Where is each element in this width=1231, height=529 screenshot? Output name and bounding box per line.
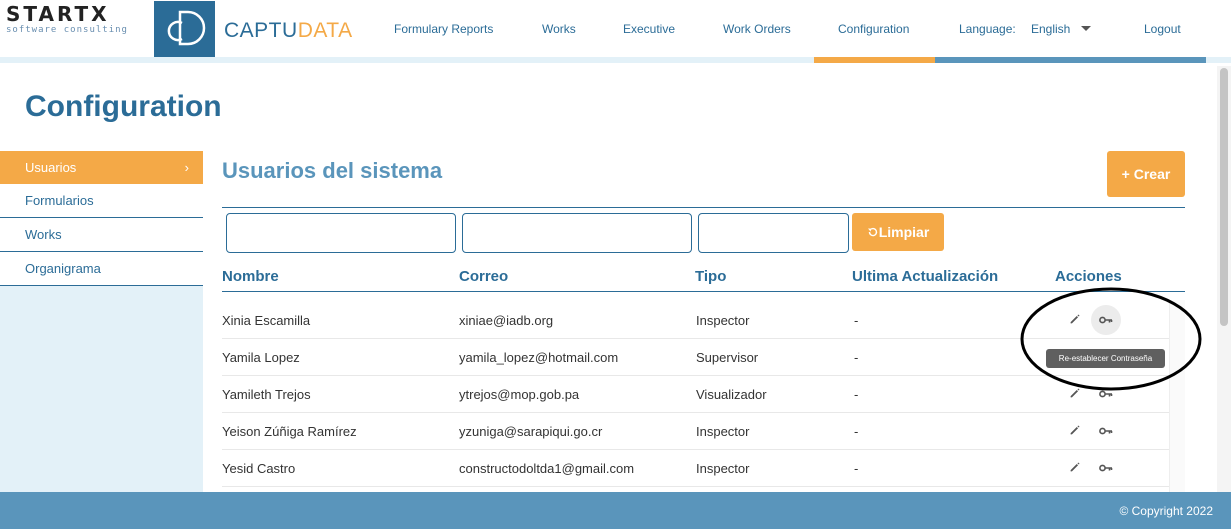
page-scrollbar-thumb[interactable] [1220, 68, 1228, 326]
cell-email: yzuniga@sarapiqui.go.cr [459, 424, 603, 439]
sidebar-item-label: Organigrama [25, 261, 101, 276]
cell-email: yamila_lopez@hotmail.com [459, 350, 619, 365]
clear-filters-label: Limpiar [878, 224, 930, 240]
create-button[interactable]: + Crear [1107, 151, 1185, 197]
cell-name: Yeison Zúñiga Ramírez [222, 424, 357, 439]
column-header-name: Nombre [222, 268, 279, 285]
header-underline [0, 57, 1231, 63]
caret-down-icon[interactable] [1081, 26, 1091, 31]
captudata-logo-icon [154, 1, 215, 58]
cell-updated: - [854, 313, 859, 328]
cell-name: Yesid Castro [222, 461, 296, 476]
startx-logo: STARTX software consulting [6, 4, 146, 38]
cell-email: constructodoltda1@gmail.com [459, 461, 635, 476]
language-select[interactable]: English [1031, 21, 1070, 37]
cell-name: Xinia Escamilla [222, 313, 311, 328]
pencil-icon[interactable] [1068, 460, 1084, 476]
sidebar-item-works[interactable]: Works [0, 218, 203, 252]
column-header-type: Tipo [695, 268, 727, 285]
nav-configuration[interactable]: Configuration [838, 21, 909, 37]
sidebar-item-label: Works [25, 227, 62, 242]
column-header-actions: Acciones [1055, 268, 1122, 285]
cell-type: Supervisor [696, 350, 759, 365]
cell-name: Yamila Lopez [222, 350, 300, 365]
annotation-ellipse [1020, 287, 1202, 391]
header-underline-accent [935, 57, 1206, 63]
copyright-text: © Copyright 2022 [1119, 504, 1213, 518]
page-title: Configuration [25, 90, 222, 123]
cell-name: Yamileth Trejos [222, 387, 311, 402]
table-row: Yesid Castro constructodoltda1@gmail.com I… [222, 450, 1169, 487]
nav-formulary-reports[interactable]: Formulary Reports [394, 21, 493, 37]
key-icon[interactable] [1098, 423, 1114, 439]
table-row: Yeison Zúñiga Ramírez yzuniga@sarapiqui.g… [222, 413, 1169, 450]
sidebar-item-label: Formularios [25, 193, 94, 208]
cell-updated: - [854, 387, 859, 402]
top-header: STARTX software consulting CAPTUDATA For… [0, 0, 1231, 62]
restore-icon [867, 227, 877, 237]
brand-name-part1: CAPTU [224, 19, 298, 42]
brand-name-part2: DATA [297, 19, 353, 42]
cell-email: xiniae@iadb.org [459, 313, 554, 328]
nav-works[interactable]: Works [542, 21, 576, 37]
column-header-updated: Ultima Actualización [852, 268, 999, 285]
sidebar-item-organigrama[interactable]: Organigrama [0, 252, 203, 286]
column-header-email: Correo [459, 268, 509, 285]
filter-input-type[interactable] [698, 213, 849, 253]
filter-input-name[interactable] [226, 213, 456, 253]
cell-type: Inspector [696, 424, 750, 439]
nav-logout[interactable]: Logout [1144, 21, 1181, 37]
page-scrollbar[interactable] [1217, 66, 1231, 492]
startx-logo-text: STARTX [6, 2, 110, 26]
nav-work-orders[interactable]: Work Orders [723, 21, 791, 37]
filter-input-email[interactable] [462, 213, 692, 253]
sidebar-item-usuarios[interactable]: Usuarios › [0, 151, 203, 185]
sidebar-item-formularios[interactable]: Formularios [0, 184, 203, 218]
section-title: Usuarios del sistema [222, 158, 443, 183]
clear-filters-button[interactable]: Limpiar [852, 213, 944, 251]
cell-updated: - [854, 350, 859, 365]
startx-logo-subtext: software consulting [6, 25, 128, 35]
nav-executive[interactable]: Executive [623, 21, 675, 37]
chevron-right-icon: › [184, 160, 189, 175]
cell-updated: - [854, 461, 859, 476]
pencil-icon[interactable] [1068, 423, 1084, 439]
brand-name: CAPTUDATA [224, 19, 353, 43]
key-icon[interactable] [1098, 460, 1114, 476]
cell-email: ytrejos@mop.gob.pa [459, 387, 580, 402]
cell-updated: - [854, 424, 859, 439]
sidebar-item-label: Usuarios [25, 160, 77, 175]
cell-type: Inspector [696, 461, 750, 476]
cell-type: Inspector [696, 313, 750, 328]
active-nav-indicator [814, 57, 935, 63]
section-divider [222, 207, 1185, 208]
footer: © Copyright 2022 [0, 492, 1231, 529]
cell-type: Visualizador [696, 387, 767, 402]
language-label: Language: [959, 22, 1016, 36]
sidebar: Usuarios › Formularios Works Organigrama [0, 151, 203, 492]
